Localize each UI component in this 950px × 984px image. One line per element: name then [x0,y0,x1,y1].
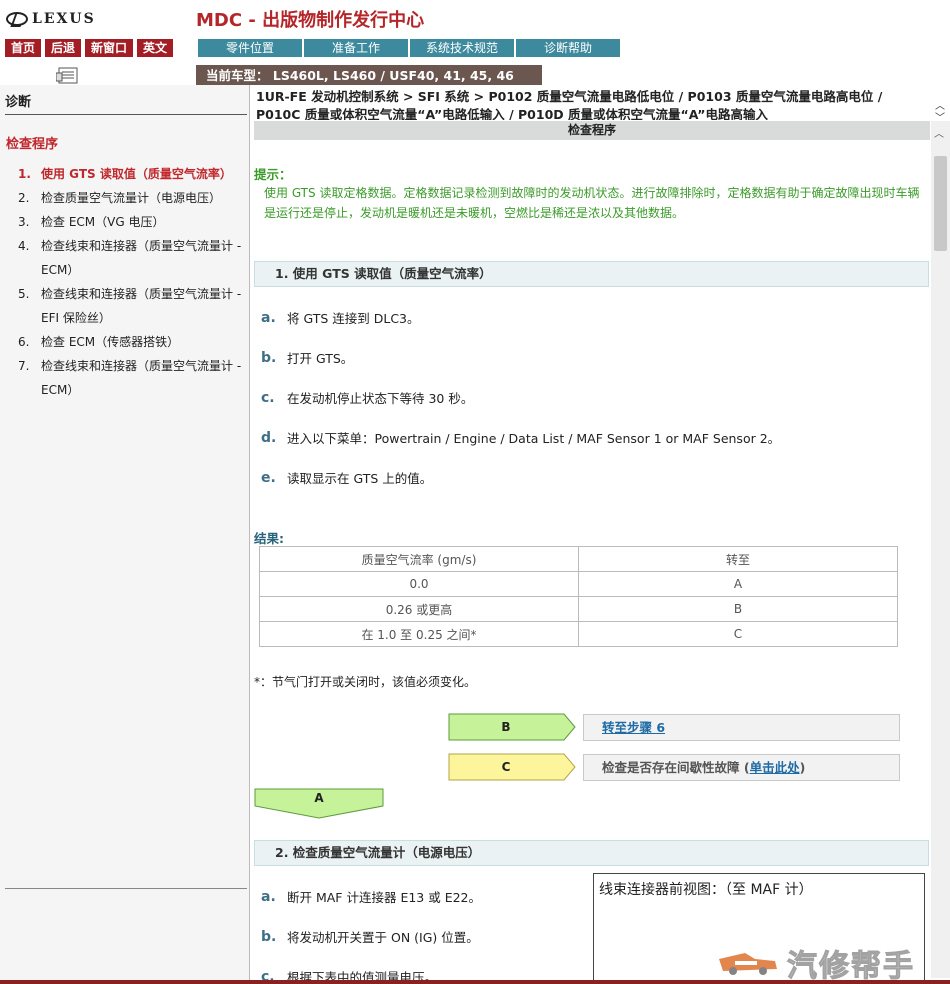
sidebar-item-step-3[interactable]: 3. 检查 ECM（VG 电压） [18,210,248,234]
english-button[interactable]: 英文 [137,39,174,57]
click-here-link[interactable]: 单击此处 [750,760,800,775]
new-window-button[interactable]: 新窗口 [85,39,134,57]
sidebar-item-label: 检查线束和连接器（质量空气流量计 - EFI 保险丝） [41,287,242,325]
diagram-title: 线束连接器前视图：（至 MAF 计） [599,882,813,898]
table-cell: 0.26 或更高 [259,596,579,622]
substep-1e: e. 读取显示在 GTS 上的值。 [261,469,433,487]
flow-b-label: B [501,720,511,734]
section-title-bar: 检查程序 [254,121,930,140]
table-cell: 在 1.0 至 0.25 之间* [259,621,579,647]
table-row: 在 1.0 至 0.25 之间* C [259,621,898,647]
table-cell: A [578,571,898,597]
flow-c-label: C [501,760,511,774]
chevron-up-icon[interactable]: ︿ [935,101,945,113]
watermark-text: 汽修帮手 [787,949,915,984]
tab-bar: 零件位置 准备工作 系统技术规范 诊断帮助 [198,39,620,57]
flow-b-result: 转至步骤 6 [583,714,900,741]
hint-text: 使用 GTS 读取定格数据。定格数据记录检测到故障时的发动机状态。进行故障排除时… [264,186,920,220]
sidebar-item-label: 检查质量空气流量计（电源电压） [41,191,222,205]
table-row: 0.0 A [259,571,898,597]
scroll-thumb[interactable] [934,156,947,251]
top-nav: 首页 后退 新窗口 英文 [5,39,174,57]
tab-parts-location[interactable]: 零件位置 [198,39,302,57]
sidebar-procedure-list: 1. 使用 GTS 读取值（质量空气流率） 2. 检查质量空气流量计（电源电压） 3… [18,162,248,402]
sidebar-item-step-6[interactable]: 6. 检查 ECM（传感器搭铁） [18,330,248,354]
goto-step-6-link[interactable]: 转至步骤 6 [602,720,665,735]
content-scrollbar[interactable]: ︿ [931,121,950,978]
logo-text: LEXUS [32,11,96,27]
sidebar-item-step-2[interactable]: 2. 检查质量空气流量计（电源电压） [18,186,248,210]
tab-diagnostic-help[interactable]: 诊断帮助 [516,39,620,57]
tab-system-specs[interactable]: 系统技术规范 [410,39,514,57]
step-1-header: 1. 使用 GTS 读取值（质量空气流率） [254,261,929,287]
breadcrumb: 1UR-FE 发动机控制系统 > SFI 系统 > P0102 质量空气流量电路… [256,89,883,120]
sidebar-item-step-7[interactable]: 7. 检查线束和连接器（质量空气流量计 - ECM） [18,354,248,402]
hint-label: 提示： [254,167,292,182]
table-cell: B [578,596,898,622]
scroll-up-icon[interactable]: ︿ [934,125,944,140]
table-cell: C [578,621,898,647]
back-button[interactable]: 后退 [45,39,82,57]
flow-arrow-b: B [448,713,576,741]
car-logo-icon [719,953,777,975]
main-content: 提示： 使用 GTS 读取定格数据。定格数据记录检测到故障时的发动机状态。进行故… [254,140,930,984]
substep-1d: d. 进入以下菜单：Powertrain / Engine / Data List… [261,429,781,447]
sidebar-item-step-1[interactable]: 1. 使用 GTS 读取值（质量空气流率） [18,162,248,186]
sidebar-item-step-4[interactable]: 4. 检查线束和连接器（质量空气流量计 - ECM） [18,234,248,282]
sidebar-bottom-divider [5,888,247,889]
table-cell: 0.0 [259,571,579,597]
sidebar: 诊断 检查程序 1. 使用 GTS 读取值（质量空气流率） 2. 检查质量空气流量计… [0,85,250,984]
lexus-logo: LEXUS [6,8,96,30]
document-icon[interactable] [56,67,82,84]
substep-2a: a. 断开 MAF 计连接器 E13 或 E22。 [261,888,482,906]
sidebar-subheading: 检查程序 [6,137,59,152]
sidebar-item-label: 检查线束和连接器（质量空气流量计 - ECM） [41,239,242,277]
flow-arrow-c: C [448,753,576,781]
substep-1b: b. 打开 GTS。 [261,349,354,367]
substep-1c: c. 在发动机停止状态下等待 30 秒。 [261,389,474,407]
sidebar-item-step-5[interactable]: 5. 检查线束和连接器（质量空气流量计 - EFI 保险丝） [18,282,248,330]
watermark: 汽修帮手 [715,941,915,984]
sidebar-item-label: 检查 ECM（传感器搭铁） [41,335,180,349]
flow-c-result: 检查是否存在间歇性故障 (单击此处) [583,754,900,781]
sidebar-item-label: 检查 ECM（VG 电压） [41,215,165,229]
table-row: 0.26 或更高 B [259,596,898,622]
step-2-header: 2. 检查质量空气流量计（电源电压） [254,840,929,866]
table-header-row: 质量空气流率 (gm/s) 转至 [259,546,898,572]
result-table: 质量空气流率 (gm/s) 转至 0.0 A 0.26 或更高 B 在 1.0 … [259,546,898,647]
current-vehicle-label: 当前车型： LS460L, LS460 / USF40, 41, 45, 46 [196,65,542,85]
sidebar-item-label: 检查线束和连接器（质量空气流量计 - ECM） [41,359,242,397]
sidebar-divider [5,114,247,115]
substep-2b: b. 将发动机开关置于 ON (IG) 位置。 [261,928,479,946]
result-label: 结果: [254,531,284,546]
lexus-emblem-icon [6,12,28,26]
table-header-cell: 质量空气流率 (gm/s) [259,546,579,572]
substep-1a: a. 将 GTS 连接到 DLC3。 [261,309,420,327]
tab-preparation[interactable]: 准备工作 [304,39,408,57]
site-title: MDC - 出版物制作发行中心 [196,10,425,31]
sidebar-heading: 诊断 [5,95,32,110]
table-note: *：节气门打开或关闭时，该值必须变化。 [254,675,477,689]
sidebar-item-label: 使用 GTS 读取值（质量空气流率） [41,167,232,181]
bottom-accent-bar [0,980,950,984]
flow-a-label: A [314,791,324,805]
flow-arrow-a: A [254,788,386,820]
table-header-cell: 转至 [578,546,898,572]
home-button[interactable]: 首页 [5,39,42,57]
